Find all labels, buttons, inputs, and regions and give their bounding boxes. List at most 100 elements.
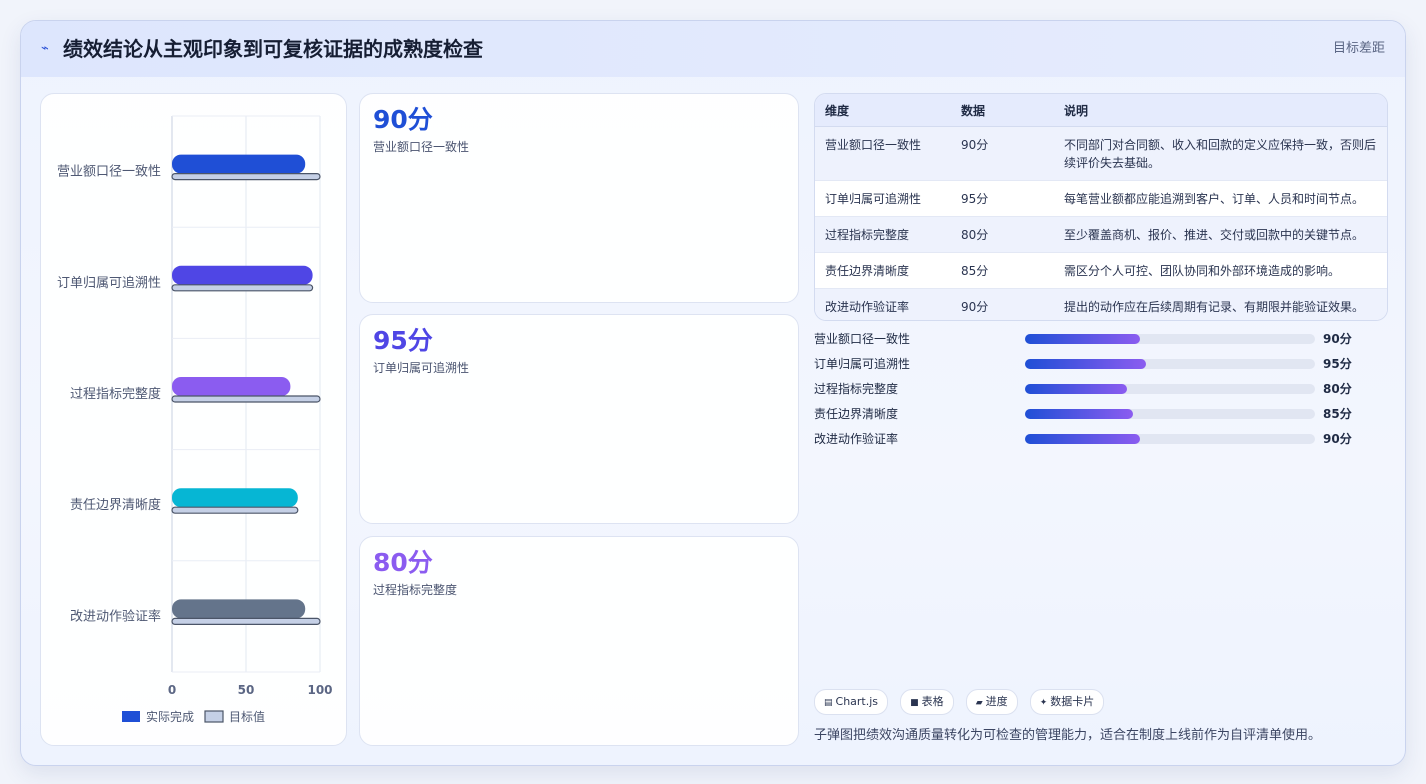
metrics-table-card: 维度 数据 说明 营业额口径一致性 90分 不同部门对合同额、收入和回款的定义应…: [814, 93, 1388, 321]
category-label: 改进动作验证率: [70, 608, 161, 624]
progress-fill: [1025, 384, 1128, 394]
bar-actual: [172, 488, 298, 508]
stat-card-1: 90分 营业额口径一致性: [359, 93, 799, 303]
table-row: 改进动作验证率 90分 提出的动作应在后续周期有记录、有期限并能验证效果。: [815, 288, 1387, 320]
progress-fill: [1025, 334, 1140, 344]
stat-value: 95分: [373, 326, 433, 355]
x-tick-label: 50: [238, 683, 255, 697]
progress-fill: [1025, 434, 1140, 444]
table-cell-value: 95分: [951, 180, 1054, 217]
table-cell-description: 每笔营业额都应能追溯到客户、订单、人员和时间节点。: [1054, 180, 1387, 217]
progress-track: [1025, 434, 1315, 444]
progress-value: 90分: [1323, 432, 1352, 446]
chip-label: 进度: [985, 695, 1008, 708]
bar-target: [171, 617, 321, 626]
progress-track: [1025, 359, 1315, 369]
table-cell-description: 不同部门对合同额、收入和回款的定义应保持一致，否则后续评价失去基础。: [1054, 126, 1387, 181]
bar-actual: [172, 599, 306, 619]
table-cell-value: 80分: [951, 216, 1054, 253]
column-header-description: 说明: [1054, 94, 1387, 127]
stat-card-2: 95分 订单归属可追溯性: [359, 314, 799, 524]
trend-line-icon: ⌁: [41, 41, 49, 56]
bar-target: [171, 395, 321, 403]
stat-value: 90分: [373, 105, 433, 134]
category-label: 责任边界清晰度: [70, 497, 161, 513]
progress-label: 订单归属可追溯性: [814, 357, 911, 371]
bar-actual: [172, 154, 306, 174]
progress-row: 营业额口径一致性 90分: [814, 329, 1386, 354]
progress-value: 85分: [1323, 407, 1352, 421]
bullet-chart: 营业额口径一致性订单归属可追溯性过程指标完整度责任边界清晰度改进动作验证率 0 50…: [57, 115, 333, 724]
table-row: 订单归属可追溯性 95分 每笔营业额都应能追溯到客户、订单、人员和时间节点。: [815, 180, 1387, 217]
header-right-label: 目标差距: [1332, 41, 1385, 56]
stat-card-3: 80分 过程指标完整度: [359, 536, 799, 746]
table-cell-dimension: 订单归属可追溯性: [815, 180, 951, 217]
chip-label: Chart.js: [835, 695, 879, 708]
metrics-table: 维度 数据 说明 营业额口径一致性 90分 不同部门对合同额、收入和回款的定义应…: [815, 94, 1387, 320]
bar-actual: [172, 265, 313, 285]
progress-list: 营业额口径一致性 90分 订单归属可追溯性 95分 过程指标完整度 80分 责任…: [814, 329, 1386, 454]
progress-icon: ▰: [975, 698, 983, 708]
legend-label-target: 目标值: [229, 709, 265, 724]
column-header-data: 数据: [951, 94, 1054, 127]
progress-label: 营业额口径一致性: [814, 332, 911, 346]
panel-header: ⌁ 绩效结论从主观印象到可复核证据的成熟度检查 目标差距: [21, 21, 1405, 77]
table-row: 过程指标完整度 80分 至少覆盖商机、报价、推进、交付或回款中的关键节点。: [815, 216, 1387, 253]
progress-fill: [1025, 359, 1147, 369]
bar-target: [171, 284, 314, 292]
bar-target: [171, 506, 299, 514]
category-label: 过程指标完整度: [70, 386, 161, 402]
progress-row: 过程指标完整度 80分: [814, 379, 1386, 404]
table-icon: ■: [910, 698, 919, 708]
chip-chartjs[interactable]: ▤ Chart.js: [814, 689, 889, 715]
table-row: 责任边界清晰度 85分 需区分个人可控、团队协同和外部环境造成的影响。: [815, 252, 1387, 289]
bar-actual: [172, 377, 291, 396]
legend-label-actual: 实际完成: [146, 709, 194, 724]
progress-track: [1025, 334, 1315, 344]
table-cell-description: 提出的动作应在后续周期有记录、有期限并能验证效果。: [1054, 288, 1387, 320]
table-cell-value: 85分: [951, 252, 1054, 289]
progress-track: [1025, 409, 1315, 419]
progress-row: 责任边界清晰度 85分: [814, 404, 1386, 429]
table-cell-description: 至少覆盖商机、报价、推进、交付或回款中的关键节点。: [1054, 216, 1387, 253]
x-tick-label: 100: [307, 683, 332, 697]
progress-value: 90分: [1323, 332, 1352, 346]
chip-label: 表格: [921, 695, 944, 708]
progress-label: 责任边界清晰度: [814, 407, 899, 421]
feature-chips: ▤ Chart.js ■ 表格 ▰ 进度 ✦ 数据卡片: [814, 689, 1111, 715]
stat-value: 80分: [373, 548, 433, 577]
table-row: 营业额口径一致性 90分 不同部门对合同额、收入和回款的定义应保持一致，否则后续…: [815, 126, 1387, 181]
table-header-row: 维度 数据 说明: [815, 94, 1387, 127]
table-cell-dimension: 营业额口径一致性: [815, 126, 951, 181]
stat-label: 营业额口径一致性: [373, 140, 470, 154]
chart-icon: ▤: [824, 698, 833, 708]
bar-target: [171, 172, 321, 181]
footer-note: 子弹图把绩效沟通质量转化为可检查的管理能力，适合在制度上线前作为自评清单使用。: [814, 728, 1322, 743]
legend-swatch-target: [204, 710, 224, 723]
sparkle-icon: ✦: [1039, 698, 1048, 708]
chip-data-cards[interactable]: ✦ 数据卡片: [1029, 689, 1105, 715]
progress-value: 95分: [1323, 357, 1352, 371]
progress-fill: [1025, 409, 1134, 419]
column-header-dimension: 维度: [815, 94, 951, 127]
stat-label: 订单归属可追溯性: [373, 361, 470, 375]
table-cell-description: 需区分个人可控、团队协同和外部环境造成的影响。: [1054, 252, 1387, 289]
table-cell-value: 90分: [951, 288, 1054, 320]
category-label: 订单归属可追溯性: [57, 275, 161, 291]
chip-progress[interactable]: ▰ 进度: [965, 689, 1018, 715]
progress-label: 改进动作验证率: [814, 432, 899, 446]
chip-label: 数据卡片: [1050, 695, 1095, 708]
stat-label: 过程指标完整度: [373, 583, 458, 597]
table-cell-dimension: 改进动作验证率: [815, 288, 951, 320]
table-cell-value: 90分: [951, 126, 1054, 181]
legend-swatch-actual: [122, 711, 140, 722]
page-title: 绩效结论从主观印象到可复核证据的成熟度检查: [63, 37, 483, 61]
chip-table[interactable]: ■ 表格: [900, 689, 954, 715]
category-label: 营业额口径一致性: [57, 165, 161, 180]
progress-label: 过程指标完整度: [814, 382, 899, 396]
table-cell-dimension: 过程指标完整度: [815, 216, 951, 253]
table-cell-dimension: 责任边界清晰度: [815, 252, 951, 289]
progress-row: 订单归属可追溯性 95分: [814, 354, 1386, 379]
dashboard-panel: ⌁ 绩效结论从主观印象到可复核证据的成熟度检查 目标差距 营业额口径一致性 订单归…: [20, 20, 1406, 766]
progress-row: 改进动作验证率 90分: [814, 429, 1386, 454]
